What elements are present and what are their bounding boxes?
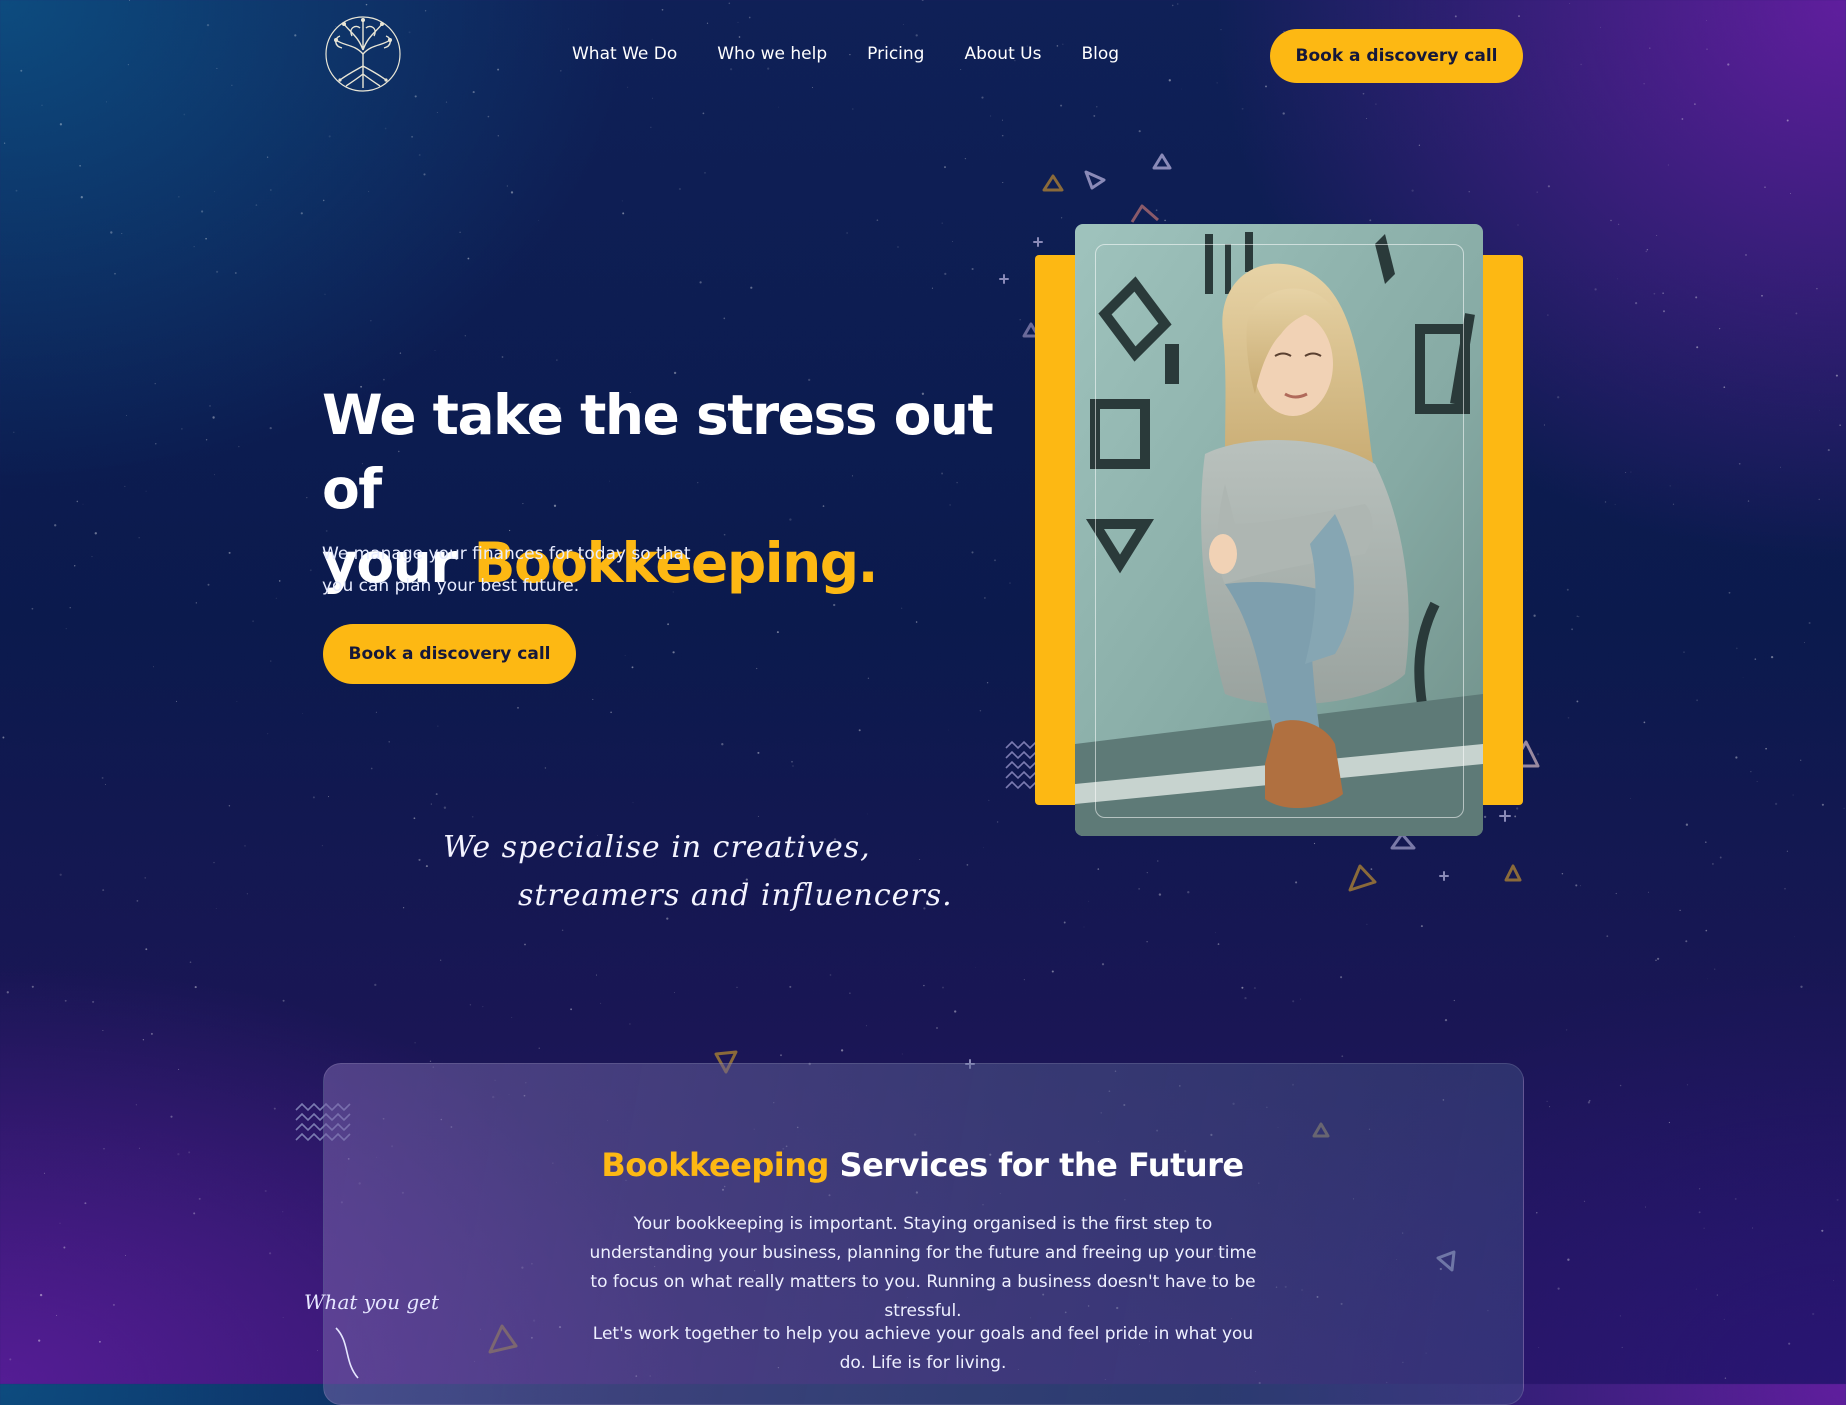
triangle-icon: [1084, 170, 1106, 190]
services-paragraph-1: Your bookkeeping is important. Staying o…: [589, 1214, 1257, 1321]
services-title-rest: Services for the Future: [828, 1146, 1245, 1184]
what-you-get-script-note: What you get: [304, 1290, 440, 1314]
photo-inner-frame: [1095, 244, 1464, 818]
triangle-icon: [1130, 204, 1159, 223]
plus-icon: [999, 274, 1009, 284]
triangle-icon: [1348, 864, 1377, 892]
plus-icon: [1033, 237, 1043, 247]
curved-arrow-icon: [335, 1327, 359, 1379]
triangle-icon: [1042, 174, 1064, 192]
plus-icon: [1439, 871, 1449, 881]
triangle-icon: [1390, 832, 1416, 850]
services-title-accent: Bookkeeping: [601, 1146, 829, 1184]
services-paragraph-2: Let's work together to help you achieve …: [592, 1324, 1254, 1373]
plus-icon: [1499, 810, 1511, 822]
triangle-icon: [1152, 153, 1172, 170]
triangle-icon: [1504, 864, 1522, 882]
services-title: Bookkeeping Services for the Future: [323, 1146, 1522, 1184]
